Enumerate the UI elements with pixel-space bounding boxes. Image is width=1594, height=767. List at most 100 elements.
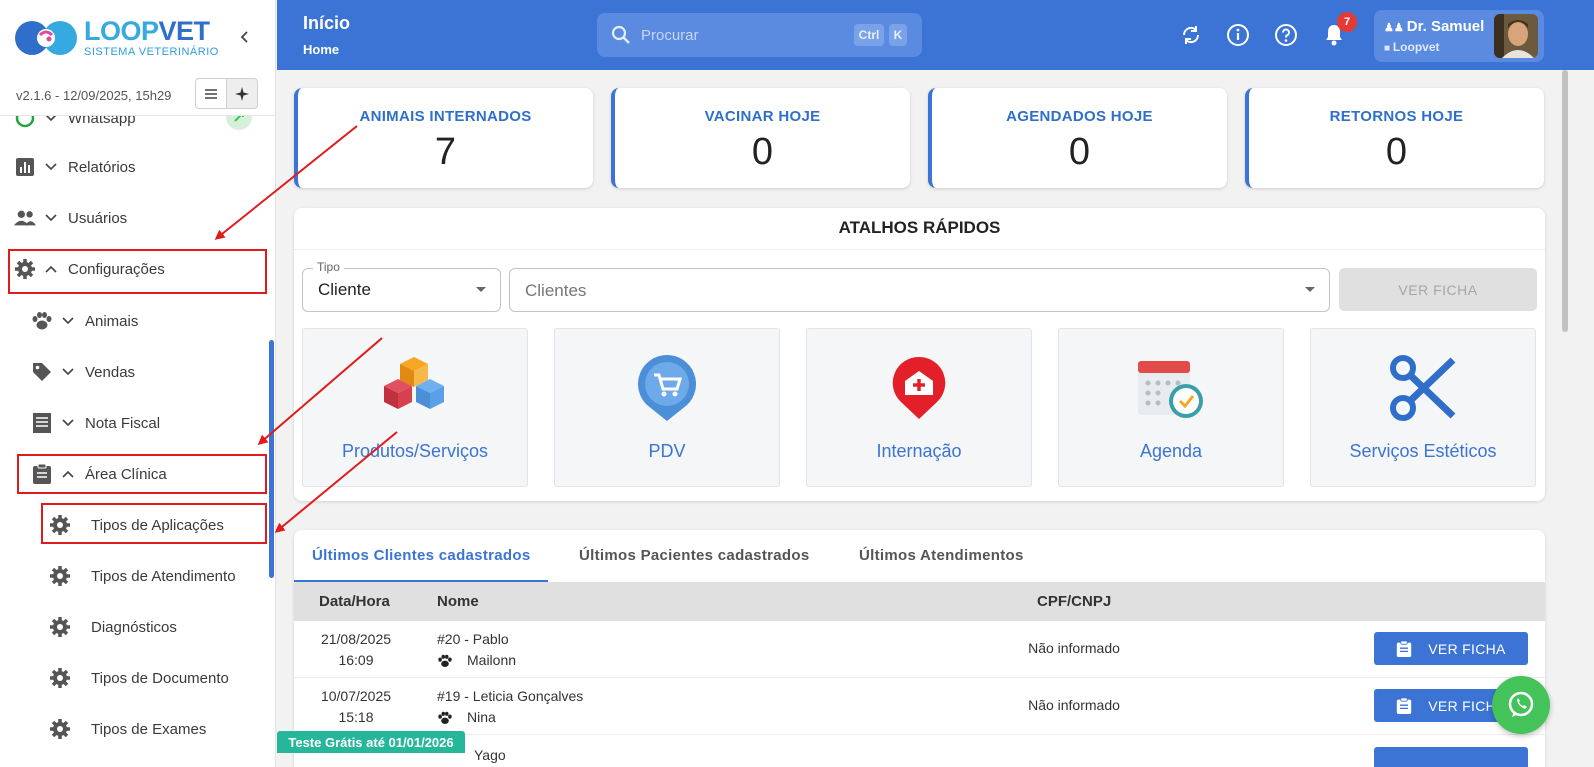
version-row-overlay: v2.1.6 - 12/09/2025, 15h29	[0, 76, 270, 116]
tile-produtos-servicos[interactable]: Produtos/Serviços	[302, 328, 528, 487]
sidebar-item-label: Tipos de Exames	[91, 720, 207, 738]
page-scrollbar[interactable]	[1562, 70, 1568, 332]
tile-label: Produtos/Serviços	[341, 441, 489, 461]
sidebar-item-diagnosticos[interactable]: Diagnósticos	[0, 605, 268, 649]
logo-row: LOOPVET SISTEMA VETERINÁRIO	[0, 0, 275, 76]
stat-label: AGENDADOS HOJE	[1006, 108, 1153, 125]
sidebar-item-tipos-exames[interactable]: Tipos de Exames	[0, 707, 268, 751]
gear-icon	[49, 616, 71, 638]
stat-card-internados[interactable]: ANIMAIS INTERNADOS 7	[294, 88, 593, 188]
sidebar-item-label: Tipos de Documento	[91, 669, 229, 687]
stat-label: ANIMAIS INTERNADOS	[359, 108, 532, 125]
chevron-down-icon	[59, 363, 77, 381]
menu-icon	[205, 88, 217, 99]
tipo-select[interactable]: Tipo Cliente	[302, 260, 501, 312]
sidebar-item-label: Diagnósticos	[91, 618, 177, 636]
info-icon[interactable]	[1225, 22, 1251, 48]
row-cpf: Não informado	[1028, 640, 1120, 656]
col-date: Data/Hora	[319, 593, 390, 610]
table-row: 21/08/2025 16:09 #20 - Pablo Mailonn Não …	[294, 621, 1545, 678]
user-name: ♟♟ Dr. Samuel	[1384, 18, 1485, 35]
stat-card-vacinar[interactable]: VACINAR HOJE 0	[611, 88, 910, 188]
user-menu[interactable]: ♟♟ Dr. Samuel ■ Loopvet	[1374, 10, 1544, 62]
row-datetime: 10/07/2025 15:18	[320, 688, 392, 725]
clientes-select[interactable]: Clientes	[509, 268, 1330, 312]
tab-ultimos-atendimentos[interactable]: Últimos Atendimentos	[841, 530, 1042, 582]
tile-label: Serviços Estéticos	[1349, 441, 1497, 461]
search-box[interactable]: Ctrl K	[597, 13, 922, 57]
stat-card-agendados[interactable]: AGENDADOS HOJE 0	[928, 88, 1227, 188]
version-text: v2.1.6 - 12/09/2025, 15h29	[16, 88, 172, 103]
page-title: Início	[303, 13, 351, 33]
sidebar-item-label: Usuários	[68, 209, 128, 227]
avatar	[1494, 14, 1538, 58]
refresh-icon[interactable]	[1178, 22, 1204, 48]
boxes-icon	[303, 351, 527, 425]
scissors-icon	[1311, 351, 1535, 425]
col-cpf: CPF/CNPJ	[1037, 593, 1112, 610]
tile-internacao[interactable]: Internação	[806, 328, 1032, 487]
clipboard-icon	[1397, 697, 1412, 714]
paw-icon	[438, 654, 452, 667]
sidebar-item-tipos-atendimento[interactable]: Tipos de Atendimento	[0, 554, 268, 598]
col-name: Nome	[437, 593, 479, 610]
row-cpf: Não informado	[1028, 697, 1120, 713]
stat-card-retornos[interactable]: RETORNOS HOJE 0	[1245, 88, 1544, 188]
whatsapp-fab-button[interactable]	[1492, 676, 1550, 734]
tile-label: PDV	[648, 441, 686, 461]
tile-label: Internação	[876, 441, 962, 461]
people-icon	[14, 207, 36, 229]
ver-ficha-button[interactable]: VER FICHA	[1374, 632, 1528, 665]
sidebar-item-nota-fiscal[interactable]: Nota Fiscal	[0, 401, 268, 445]
gear-icon	[49, 565, 71, 587]
menu-list-button[interactable]	[195, 78, 227, 109]
trial-badge: Teste Grátis até 01/01/2026	[277, 731, 465, 753]
paw-icon	[31, 310, 53, 332]
sidebar-item-vendas[interactable]: Vendas	[0, 350, 268, 394]
sidebar-item-animais[interactable]: Animais	[0, 299, 268, 343]
chevron-down-icon	[42, 209, 60, 227]
highlight-box-configuracoes	[8, 249, 267, 294]
tab-ultimos-clientes[interactable]: Últimos Clientes cadastrados	[294, 530, 549, 582]
tab-ultimos-pacientes[interactable]: Últimos Pacientes cadastrados	[561, 530, 827, 582]
tile-agenda[interactable]: Agenda	[1058, 328, 1284, 487]
chevron-down-icon	[59, 414, 77, 432]
tipo-value: Cliente	[318, 280, 371, 299]
collapse-sidebar-button[interactable]	[232, 24, 258, 50]
sidebar-scrollbar[interactable]	[269, 340, 274, 578]
help-icon[interactable]	[1273, 22, 1299, 48]
sparkle-button[interactable]	[226, 78, 258, 109]
notification-badge: 7	[1337, 12, 1357, 32]
cart-icon	[555, 351, 779, 425]
sidebar-item-label: Tipos de Atendimento	[91, 567, 236, 585]
tile-servicos-esteticos[interactable]: Serviços Estéticos	[1310, 328, 1536, 487]
clientes-placeholder: Clientes	[525, 281, 587, 300]
stat-value: 7	[434, 131, 457, 173]
ver-ficha-button[interactable]	[1374, 747, 1528, 767]
row-datetime: 21/08/2025 16:09	[320, 631, 392, 668]
stat-label: RETORNOS HOJE	[1329, 108, 1464, 125]
ver-ficha-button-disabled[interactable]: VER FICHA	[1339, 268, 1537, 311]
clipboard-icon	[1397, 640, 1412, 657]
breadcrumb[interactable]: Home	[303, 42, 339, 57]
dropdown-arrow-icon	[1305, 287, 1315, 292]
tile-pdv[interactable]: PDV	[554, 328, 780, 487]
recent-records-panel: Últimos Clientes cadastrados Últimos Pac…	[294, 530, 1545, 767]
dropdown-arrow-icon	[476, 287, 486, 292]
chevron-left-icon	[240, 31, 248, 43]
shortcut-k: K	[889, 24, 907, 46]
sidebar-item-tipos-documento[interactable]: Tipos de Documento	[0, 656, 268, 700]
search-input[interactable]	[641, 26, 841, 44]
search-icon	[611, 25, 630, 44]
sidebar-item-label: Animais	[85, 312, 139, 330]
sidebar-item-relatorios[interactable]: Relatórios	[0, 145, 268, 189]
calendar-clock-icon	[1059, 351, 1283, 425]
table-header: Data/Hora Nome CPF/CNPJ	[294, 582, 1545, 621]
stat-value: 0	[751, 131, 774, 173]
sparkle-icon	[235, 86, 249, 101]
sidebar-item-usuarios[interactable]: Usuários	[0, 196, 268, 240]
stat-value: 0	[1385, 131, 1408, 173]
highlight-box-tipos-aplicacoes	[41, 503, 267, 544]
chevron-down-icon	[42, 158, 60, 176]
gear-icon	[49, 667, 71, 689]
